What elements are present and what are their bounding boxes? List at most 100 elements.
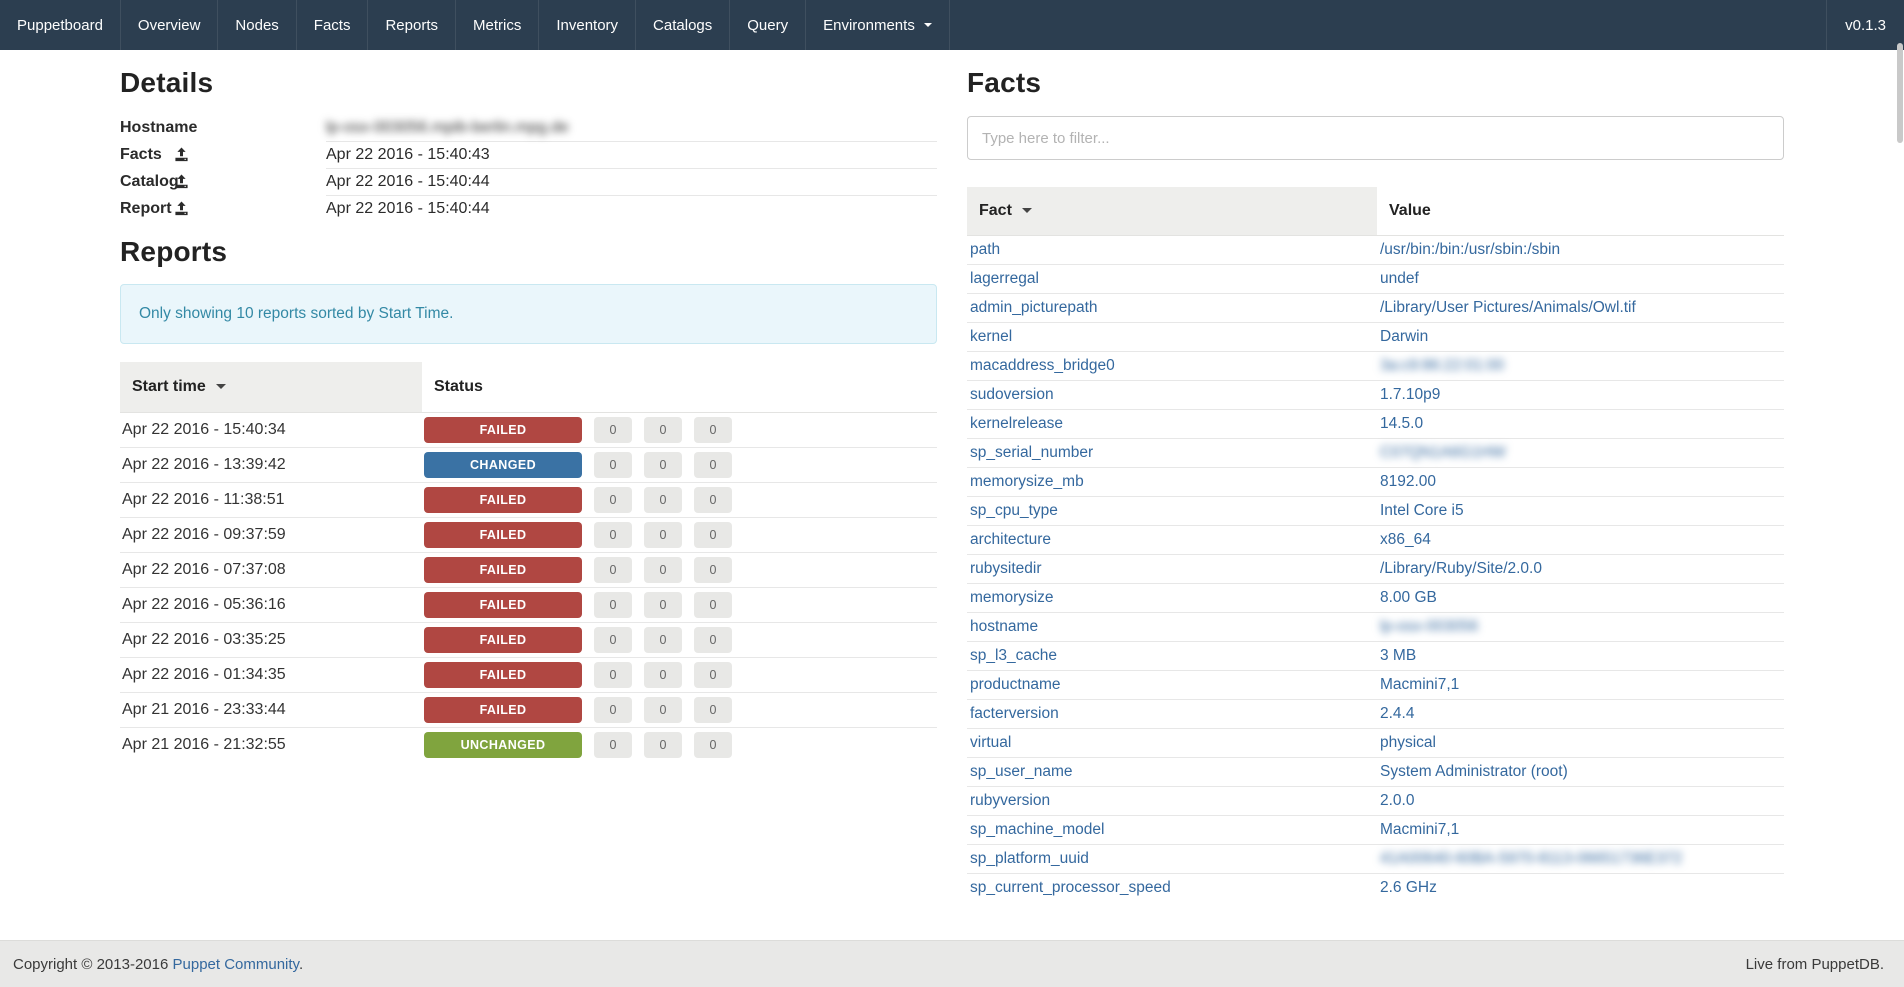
upload-icon[interactable]	[174, 201, 189, 221]
facts-filter-input[interactable]	[967, 116, 1784, 160]
fact-value-link[interactable]: 3a:c9:86:22:01:00	[1380, 357, 1504, 374]
fact-name-link[interactable]: rubysitedir	[970, 560, 1042, 577]
fact-value-link[interactable]: /usr/bin:/bin:/usr/sbin:/sbin	[1380, 241, 1560, 258]
nav-item-query[interactable]: Query	[730, 0, 806, 50]
reports-column-status[interactable]: Status	[422, 362, 937, 413]
status-badge-failed[interactable]: FAILED	[424, 697, 582, 723]
status-badge-failed[interactable]: FAILED	[424, 557, 582, 583]
status-badge-failed[interactable]: FAILED	[424, 417, 582, 443]
fact-name-cell: sp_machine_model	[967, 816, 1377, 845]
scrollbar-thumb[interactable]	[1897, 43, 1903, 143]
status-badge-changed[interactable]: CHANGED	[424, 452, 582, 478]
nav-brand[interactable]: Puppetboard	[0, 0, 121, 50]
status-badge-unchanged[interactable]: UNCHANGED	[424, 732, 582, 758]
fact-value-cell: System Administrator (root)	[1377, 758, 1784, 787]
fact-value-cell: /Library/User Pictures/Animals/Owl.tif	[1377, 294, 1784, 323]
metric-count-pill: 0	[594, 662, 632, 688]
fact-name-link[interactable]: rubyversion	[970, 792, 1050, 809]
report-start-time: Apr 22 2016 - 15:40:34	[120, 413, 422, 448]
fact-value-link[interactable]: Macmini7,1	[1380, 676, 1459, 693]
fact-name-link[interactable]: architecture	[970, 531, 1051, 548]
nav-item-facts[interactable]: Facts	[297, 0, 369, 50]
upload-icon[interactable]	[174, 147, 189, 167]
fact-value-link[interactable]: Macmini7,1	[1380, 821, 1459, 838]
fact-name-link[interactable]: productname	[970, 676, 1060, 693]
fact-value-link[interactable]: Intel Core i5	[1380, 502, 1464, 519]
fact-name-link[interactable]: sp_machine_model	[970, 821, 1104, 838]
facts-column-value[interactable]: Value	[1377, 187, 1784, 236]
fact-value-link[interactable]: x86_64	[1380, 531, 1431, 548]
fact-value-link[interactable]: 2.6 GHz	[1380, 879, 1437, 896]
metric-count-pill: 0	[644, 627, 682, 653]
fact-value-link[interactable]: 8192.00	[1380, 473, 1436, 490]
fact-name-link[interactable]: hostname	[970, 618, 1038, 635]
fact-value-link[interactable]: 1.7.10p9	[1380, 386, 1440, 403]
fact-value-link[interactable]: 14.5.0	[1380, 415, 1423, 432]
fact-name-link[interactable]: memorysize	[970, 589, 1054, 606]
nav-item-catalogs[interactable]: Catalogs	[636, 0, 730, 50]
status-badge-failed[interactable]: FAILED	[424, 627, 582, 653]
fact-value-link[interactable]: /Library/Ruby/Site/2.0.0	[1380, 560, 1542, 577]
status-badge-failed[interactable]: FAILED	[424, 592, 582, 618]
nav-item-environments[interactable]: Environments	[806, 0, 950, 50]
nav-item-inventory[interactable]: Inventory	[539, 0, 636, 50]
fact-value-link[interactable]: lp-osx-003056	[1380, 618, 1478, 635]
fact-value-link[interactable]: undef	[1380, 270, 1419, 287]
fact-row: sp_platform_uuid 41A00640-60BA-5970-8113-…	[967, 845, 1784, 874]
fact-name-link[interactable]: sp_l3_cache	[970, 647, 1057, 664]
fact-name-link[interactable]: sp_cpu_type	[970, 502, 1058, 519]
navbar: Puppetboard OverviewNodesFactsReportsMet…	[0, 0, 1904, 50]
reports-column-start-time[interactable]: Start time	[120, 362, 422, 413]
fact-value-link[interactable]: Darwin	[1380, 328, 1428, 345]
node-details-panel: Details Hostnamelp-osx-003056.mpib-berli…	[120, 67, 937, 940]
metric-count-pill: 0	[644, 557, 682, 583]
fact-value-link[interactable]: 2.4.4	[1380, 705, 1414, 722]
status-badge-failed[interactable]: FAILED	[424, 487, 582, 513]
fact-name-cell: sp_cpu_type	[967, 497, 1377, 526]
report-row: Apr 22 2016 - 03:35:25FAILED000	[120, 623, 937, 658]
fact-name-link[interactable]: path	[970, 241, 1000, 258]
facts-column-fact[interactable]: Fact	[967, 187, 1377, 236]
puppet-community-link[interactable]: Puppet Community	[173, 956, 299, 973]
metric-count-pill: 0	[644, 417, 682, 443]
fact-name-link[interactable]: admin_picturepath	[970, 299, 1098, 316]
fact-row: macaddress_bridge0 3a:c9:86:22:01:00	[967, 352, 1784, 381]
nav-item-nodes[interactable]: Nodes	[218, 0, 296, 50]
fact-name-link[interactable]: sp_user_name	[970, 763, 1073, 780]
fact-value-link[interactable]: /Library/User Pictures/Animals/Owl.tif	[1380, 299, 1636, 316]
fact-value-link[interactable]: 8.00 GB	[1380, 589, 1437, 606]
nav-item-overview[interactable]: Overview	[121, 0, 219, 50]
fact-row: virtual physical	[967, 729, 1784, 758]
fact-value-link[interactable]: physical	[1380, 734, 1436, 751]
fact-name-link[interactable]: sp_current_processor_speed	[970, 879, 1171, 896]
fact-name-link[interactable]: macaddress_bridge0	[970, 357, 1115, 374]
fact-value-link[interactable]: System Administrator (root)	[1380, 763, 1568, 780]
fact-value-link[interactable]: 41A00640-60BA-5970-8113-06651736E372	[1380, 850, 1682, 867]
main-content: Details Hostnamelp-osx-003056.mpib-berli…	[120, 50, 1784, 940]
fact-name-link[interactable]: lagerregal	[970, 270, 1039, 287]
status-badge-failed[interactable]: FAILED	[424, 522, 582, 548]
fact-value-link[interactable]: 3 MB	[1380, 647, 1416, 664]
report-row: Apr 22 2016 - 01:34:35FAILED000	[120, 658, 937, 693]
nav-item-metrics[interactable]: Metrics	[456, 0, 539, 50]
report-status-cell: FAILED000	[422, 483, 937, 518]
fact-value-link[interactable]: C07QN1A6G1HW	[1380, 444, 1506, 461]
fact-row: sudoversion 1.7.10p9	[967, 381, 1784, 410]
fact-name-link[interactable]: sp_platform_uuid	[970, 850, 1089, 867]
metric-count-pill: 0	[694, 592, 732, 618]
status-badge-failed[interactable]: FAILED	[424, 662, 582, 688]
fact-name-link[interactable]: kernel	[970, 328, 1012, 345]
detail-value: Apr 22 2016 - 15:40:44	[326, 169, 937, 196]
facts-column-fact-label: Fact	[979, 202, 1012, 219]
fact-value-link[interactable]: 2.0.0	[1380, 792, 1414, 809]
fact-name-link[interactable]: sudoversion	[970, 386, 1054, 403]
metric-count-pill: 0	[694, 417, 732, 443]
fact-name-link[interactable]: sp_serial_number	[970, 444, 1093, 461]
fact-name-link[interactable]: kernelrelease	[970, 415, 1063, 432]
fact-name-link[interactable]: facterversion	[970, 705, 1059, 722]
fact-row: sp_cpu_type Intel Core i5	[967, 497, 1784, 526]
fact-name-link[interactable]: virtual	[970, 734, 1011, 751]
fact-name-link[interactable]: memorysize_mb	[970, 473, 1084, 490]
nav-item-reports[interactable]: Reports	[368, 0, 456, 50]
upload-icon[interactable]	[174, 174, 189, 194]
